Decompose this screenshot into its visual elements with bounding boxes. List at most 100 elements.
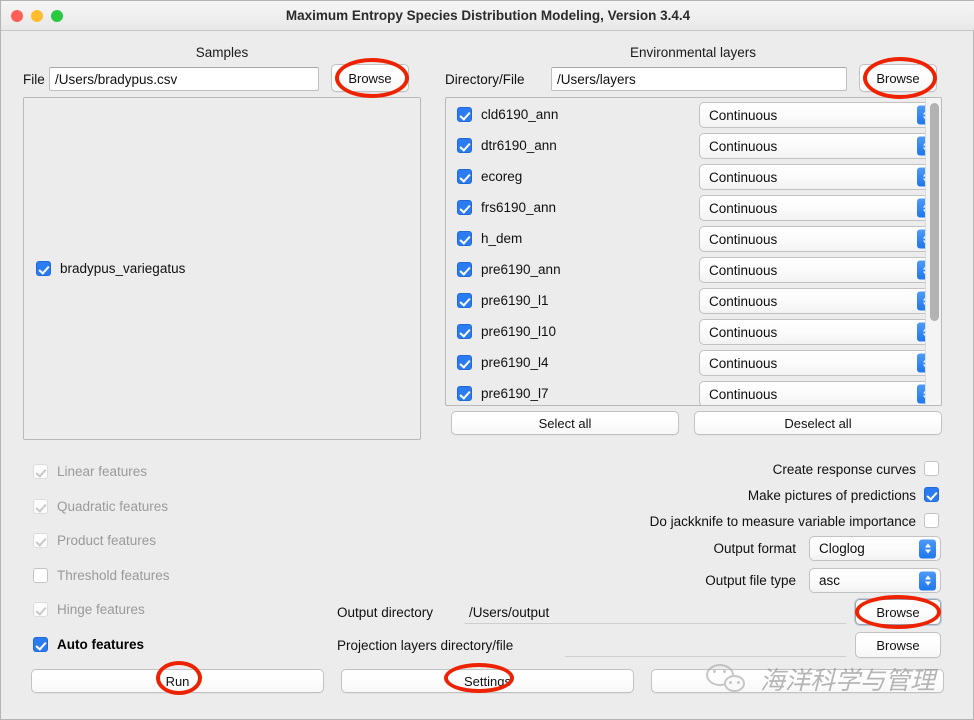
output-format-select[interactable]: Cloglog — [809, 536, 941, 561]
create-response-curves-label: Create response curves — [772, 462, 916, 477]
layer-checkbox[interactable] — [457, 355, 472, 370]
layer-type-value: Continuous — [709, 107, 778, 123]
layer-row[interactable]: ecoreg — [457, 169, 522, 184]
layer-type-select[interactable]: Continuous — [699, 381, 939, 405]
layer-checkbox[interactable] — [457, 138, 472, 153]
layers-list-panel: cld6190_ann Continuous dtr6190_ann Conti… — [445, 97, 942, 406]
layer-type-select[interactable]: Continuous — [699, 102, 939, 128]
feature-linear-row[interactable]: Linear features — [33, 464, 147, 479]
output-file-type-value: asc — [819, 573, 841, 588]
layer-row[interactable]: pre6190_ann — [457, 262, 561, 277]
layer-type-select[interactable]: Continuous — [699, 226, 939, 252]
layers-directory-input[interactable]: /Users/layers — [551, 67, 847, 91]
deselect-all-button[interactable]: Deselect all — [694, 411, 942, 435]
layer-type-value: Continuous — [709, 355, 778, 371]
feature-threshold-row[interactable]: Threshold features — [33, 568, 170, 583]
layer-type-select[interactable]: Continuous — [699, 319, 939, 345]
layer-type-value: Continuous — [709, 324, 778, 340]
layer-row[interactable]: cld6190_ann — [457, 107, 558, 122]
sample-species-label: bradypus_variegatus — [60, 261, 186, 276]
sample-species-row[interactable]: bradypus_variegatus — [36, 261, 185, 276]
output-directory-input[interactable]: /Users/output — [464, 601, 847, 624]
layer-row[interactable]: pre6190_l10 — [457, 324, 556, 339]
layer-name: pre6190_l4 — [481, 355, 549, 370]
create-response-curves-checkbox[interactable] — [924, 461, 939, 476]
samples-list-panel: bradypus_variegatus — [23, 97, 421, 440]
layer-name: h_dem — [481, 231, 523, 246]
samples-file-label: File — [23, 72, 45, 87]
feature-hinge-row[interactable]: Hinge features — [33, 602, 145, 617]
layers-scrollbar-thumb[interactable] — [930, 103, 939, 321]
output-format-label: Output format — [713, 541, 796, 556]
output-file-type-label: Output file type — [705, 573, 796, 588]
layer-checkbox[interactable] — [457, 293, 472, 308]
feature-product-row[interactable]: Product features — [33, 533, 156, 548]
layer-checkbox[interactable] — [457, 231, 472, 246]
layer-checkbox[interactable] — [457, 107, 472, 122]
feature-auto-label: Auto features — [57, 637, 145, 652]
feature-hinge-label: Hinge features — [57, 602, 145, 617]
layer-row[interactable]: h_dem — [457, 231, 522, 246]
window-title: Maximum Entropy Species Distribution Mod… — [285, 8, 691, 23]
sample-species-checkbox[interactable] — [36, 261, 51, 276]
feature-threshold-label: Threshold features — [57, 568, 170, 583]
layer-row[interactable]: dtr6190_ann — [457, 138, 557, 153]
layer-type-value: Continuous — [709, 138, 778, 154]
environmental-layers-heading: Environmental layers — [629, 45, 757, 60]
help-button[interactable] — [651, 669, 944, 693]
layers-scrollbar[interactable] — [925, 98, 941, 405]
feature-hinge-checkbox[interactable] — [33, 602, 48, 617]
feature-quadratic-label: Quadratic features — [57, 499, 169, 514]
feature-auto-checkbox[interactable] — [33, 637, 48, 652]
samples-browse-button[interactable]: Browse — [331, 64, 409, 92]
title-bar: Maximum Entropy Species Distribution Mod… — [1, 1, 974, 31]
feature-quadratic-checkbox[interactable] — [33, 499, 48, 514]
layer-row[interactable]: pre6190_l7 — [457, 386, 549, 401]
feature-product-checkbox[interactable] — [33, 533, 48, 548]
layer-name: ecoreg — [481, 169, 523, 184]
layer-type-select[interactable]: Continuous — [699, 350, 939, 376]
layer-row[interactable]: pre6190_l4 — [457, 355, 549, 370]
layer-name: frs6190_ann — [481, 200, 557, 215]
feature-auto-row[interactable]: Auto features — [33, 637, 144, 652]
projection-layers-browse-button[interactable]: Browse — [855, 632, 941, 658]
feature-product-label: Product features — [57, 533, 157, 548]
feature-linear-checkbox[interactable] — [33, 464, 48, 479]
layer-type-select[interactable]: Continuous — [699, 257, 939, 283]
settings-button[interactable]: Settings — [341, 669, 634, 693]
output-format-value: Cloglog — [819, 541, 865, 556]
layer-name: pre6190_l10 — [481, 324, 557, 339]
layer-checkbox[interactable] — [457, 262, 472, 277]
layer-type-select[interactable]: Continuous — [699, 133, 939, 159]
layer-type-value: Continuous — [709, 293, 778, 309]
layers-browse-button[interactable]: Browse — [859, 64, 937, 92]
layers-directory-label: Directory/File — [445, 72, 525, 87]
layer-type-value: Continuous — [709, 231, 778, 247]
projection-layers-input[interactable] — [564, 634, 847, 657]
layer-name: dtr6190_ann — [481, 138, 557, 153]
layer-type-select[interactable]: Continuous — [699, 164, 939, 190]
output-directory-browse-button[interactable]: Browse — [855, 599, 941, 625]
layer-row[interactable]: frs6190_ann — [457, 200, 556, 215]
layer-checkbox[interactable] — [457, 200, 472, 215]
make-pictures-checkbox[interactable] — [924, 487, 939, 502]
layer-name: pre6190_l1 — [481, 293, 549, 308]
layer-row[interactable]: pre6190_l1 — [457, 293, 549, 308]
do-jackknife-label: Do jackknife to measure variable importa… — [649, 514, 916, 529]
layer-type-select[interactable]: Continuous — [699, 288, 939, 314]
layer-checkbox[interactable] — [457, 324, 472, 339]
layer-type-select[interactable]: Continuous — [699, 195, 939, 221]
feature-linear-label: Linear features — [57, 464, 148, 479]
samples-file-input[interactable]: /Users/bradypus.csv — [49, 67, 319, 91]
layer-checkbox[interactable] — [457, 169, 472, 184]
run-button[interactable]: Run — [31, 669, 324, 693]
layer-checkbox[interactable] — [457, 386, 472, 401]
output-file-type-select[interactable]: asc — [809, 568, 941, 593]
layer-type-value: Continuous — [709, 169, 778, 185]
select-all-button[interactable]: Select all — [451, 411, 679, 435]
feature-quadratic-row[interactable]: Quadratic features — [33, 499, 168, 514]
feature-threshold-checkbox[interactable] — [33, 568, 48, 583]
do-jackknife-checkbox[interactable] — [924, 513, 939, 528]
layer-name: pre6190_ann — [481, 262, 561, 277]
projection-layers-label: Projection layers directory/file — [337, 638, 514, 653]
